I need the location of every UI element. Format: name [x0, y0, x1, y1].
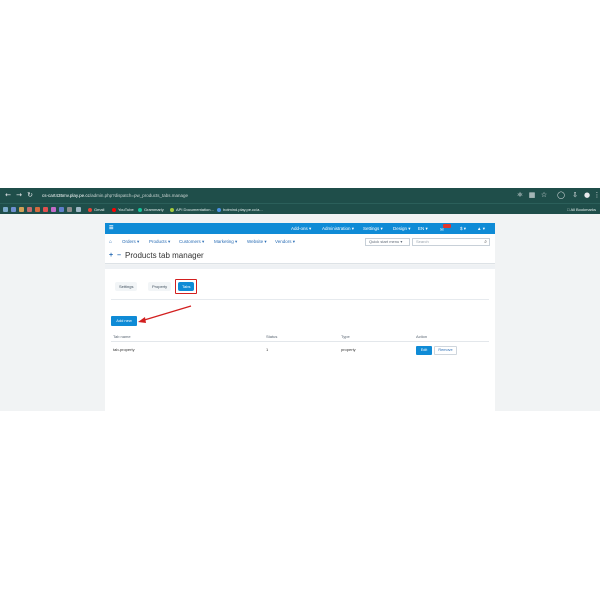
star-icon[interactable]: ☆: [539, 190, 549, 200]
extension-icon[interactable]: ▦: [527, 190, 537, 200]
quick-start-menu[interactable]: Quick start menu ▾: [365, 238, 410, 246]
cell-status: 1: [266, 347, 269, 352]
menu-icon[interactable]: ⋮: [592, 190, 600, 200]
bookmark-favicon[interactable]: [35, 207, 40, 212]
menu-user[interactable]: ▲ ▾: [477, 223, 485, 234]
bookmark-label: All Bookmarks: [570, 207, 596, 212]
bookmark-favicon[interactable]: [67, 207, 72, 212]
bookmark-label: hotmind.play.pe.cc/a...: [223, 207, 263, 212]
admin-topbar: ☰ Add-ons ▾ Administration ▾ Settings ▾ …: [105, 223, 495, 234]
nav-orders[interactable]: Orders ▾: [122, 238, 139, 246]
table-row: tab-property 1 property Edit Remove: [111, 344, 489, 356]
bookmark-favicon[interactable]: [19, 207, 24, 212]
search-placeholder: Search: [416, 239, 429, 244]
admin-header: ⌂ Orders ▾ Products ▾ Customers ▾ Market…: [105, 234, 495, 264]
forward-icon[interactable]: →: [14, 190, 24, 200]
bookmark-favicon[interactable]: [59, 207, 64, 212]
browser-toolbar: ← → ↻ cs-cart435mv.play.pe.cc/admin.php?…: [0, 188, 600, 203]
bookmark-label: API Documentation...: [176, 207, 214, 212]
menu-toggle-icon[interactable]: ☰: [109, 223, 113, 234]
home-icon[interactable]: ⌂: [109, 238, 112, 246]
url-path: /admin.php?dispatch=pw_products_tabs.man…: [89, 193, 189, 198]
browser-window: ← → ↻ cs-cart435mv.play.pe.cc/admin.php?…: [0, 188, 600, 411]
column-header-tab-name: Tab name: [113, 334, 131, 339]
column-header-status: Status: [266, 334, 278, 339]
bookmark-label: Grammarly: [144, 207, 164, 212]
bookmark-label: Gmail: [94, 207, 105, 212]
page-viewport: ☰ Add-ons ▾ Administration ▾ Settings ▾ …: [0, 214, 600, 411]
menu-settings[interactable]: Settings ▾: [363, 223, 383, 234]
menu-design[interactable]: Design ▾: [393, 223, 411, 234]
column-header-action: Action: [416, 334, 428, 339]
translate-icon[interactable]: ⚛: [515, 190, 525, 200]
cell-type: property: [341, 347, 356, 352]
address-bar[interactable]: cs-cart435mv.play.pe.cc/admin.php?dispat…: [42, 191, 188, 200]
nav-customers[interactable]: Customers ▾: [179, 238, 204, 246]
bookmarks-bar: Gmail YouTube Grammarly API Documentatio…: [0, 203, 600, 214]
remove-button[interactable]: Remove: [434, 346, 457, 355]
back-icon[interactable]: ←: [3, 190, 13, 200]
download-icon[interactable]: ⇩: [570, 190, 580, 200]
menu-addons[interactable]: Add-ons ▾: [291, 223, 311, 234]
admin-panel: ☰ Add-ons ▾ Administration ▾ Settings ▾ …: [105, 223, 495, 411]
bookmark-favicon[interactable]: [3, 207, 8, 212]
bookmark-favicon[interactable]: [27, 207, 32, 212]
menu-currency[interactable]: $ ▾: [460, 223, 466, 234]
search-input[interactable]: Search ⌕: [412, 238, 490, 246]
main-content: Settings Property Tabs Add new Tab name …: [105, 265, 495, 411]
search-icon[interactable]: ⌕: [484, 239, 487, 245]
page-title: Products tab manager: [125, 251, 204, 260]
url-host: cs-cart435mv.play.pe.cc: [42, 193, 90, 198]
bookmark-favicon[interactable]: [51, 207, 56, 212]
bookmark-favicon[interactable]: [43, 207, 48, 212]
table-header: Tab name Status Type Action: [111, 332, 489, 342]
nav-website[interactable]: Website ▾: [247, 238, 267, 246]
edit-button[interactable]: Edit: [416, 346, 432, 355]
bookmark-label: YouTube: [118, 207, 134, 212]
apps-icon[interactable]: [76, 207, 81, 212]
title-row: + – Products tab manager: [109, 250, 204, 262]
nav-vendors[interactable]: Vendors ▾: [275, 238, 295, 246]
menu-language[interactable]: EN ▾: [418, 223, 428, 234]
nav-marketing[interactable]: Marketing ▾: [214, 238, 237, 246]
cell-tab-name: tab-property: [113, 347, 135, 352]
add-icon[interactable]: +: [109, 250, 113, 262]
actions-icon[interactable]: –: [117, 250, 121, 262]
page: ← → ↻ cs-cart435mv.play.pe.cc/admin.php?…: [0, 0, 600, 600]
nav-products[interactable]: Products ▾: [149, 238, 170, 246]
profile-icon[interactable]: ◯: [556, 190, 566, 200]
notification-badge[interactable]: [443, 224, 451, 228]
column-header-type: Type: [341, 334, 350, 339]
menu-administration[interactable]: Administration ▾: [322, 223, 354, 234]
bookmark-favicon[interactable]: [11, 207, 16, 212]
reload-icon[interactable]: ↻: [25, 190, 35, 200]
account-icon[interactable]: ●: [582, 190, 592, 200]
